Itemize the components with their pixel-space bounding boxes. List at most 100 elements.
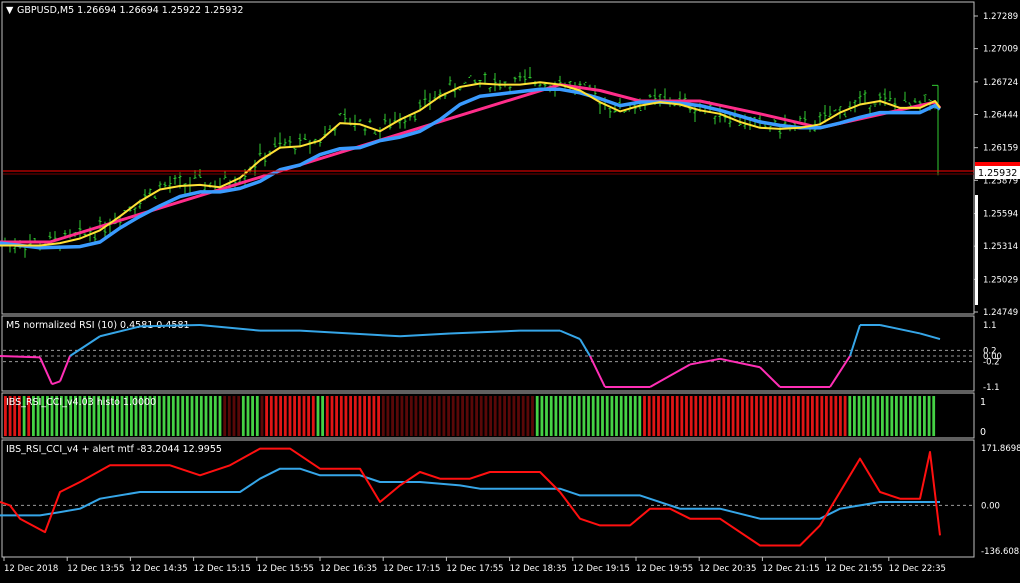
histo-bar [750,396,754,436]
histo-bar [736,396,740,436]
histo-bar [661,396,665,436]
rsi-segment [829,355,851,388]
histo-bar [316,396,320,436]
time-label: 12 Dec 15:55 [257,564,314,574]
histo-bar [321,396,324,436]
main-title: GBPUSD,M5 1.26694 1.26694 1.25922 1.2593… [17,5,243,16]
histo-bar [260,396,264,436]
histo-bar [498,396,502,436]
histo-bar [302,396,306,436]
histo-bar [465,396,469,436]
histo-bar [269,396,273,436]
rsi-segment [759,366,781,388]
histo-bar [839,396,842,436]
price-label: 1.27009 [983,45,1018,55]
histo-bar [610,396,614,436]
histo-bar [279,396,282,436]
histo-bar [255,396,259,436]
cci-panel-frame [1,439,975,558]
histo-bar [428,396,432,436]
time-label: 12 Dec 19:15 [573,564,630,574]
histo-bar [652,396,656,436]
histo-bar [479,396,483,436]
histo-bar [162,396,166,436]
histo-bar [848,396,852,436]
histo-bar [358,396,362,436]
rsi-axis-label: -1.1 [983,383,1000,393]
histo-label-0: 0 [980,427,986,438]
histo-bar [190,396,194,436]
histo-bar [647,396,651,436]
histo-bar [769,396,772,436]
chart-menu-triangle-icon[interactable]: ▼ [6,5,14,16]
histo-bar [867,396,870,436]
histo-bar [638,396,642,436]
histo-bar [195,396,199,436]
histo-bar [923,396,926,436]
histo-bar [437,396,441,436]
current-price-label: 1.25932 [978,168,1017,179]
price-label: 1.25029 [983,275,1018,285]
histo-bar [787,396,791,436]
histo-bar [199,396,203,436]
histo-bar [605,396,609,436]
histo-bar [773,396,777,436]
histo-bar [741,396,744,436]
histo-bar [615,396,618,436]
histo-bar [913,396,917,436]
histo-bar [689,396,693,436]
time-label: 12 Dec 16:35 [320,564,377,574]
histo-bar [591,396,595,436]
histo-bar [297,396,301,436]
cci-axis-label: 171.8698 [981,444,1020,454]
histo-bar [885,396,889,436]
histo-bar [349,396,352,436]
histo-bar [447,396,450,436]
histo-bar [755,396,758,436]
histo-bar [573,396,576,436]
histo-bar [811,396,814,436]
rsi-axis-label: 1.1 [983,321,997,331]
histo-bar [181,396,185,436]
histo-bar [218,396,222,436]
histo-bar [344,396,348,436]
histo-bar [409,396,413,436]
histo-bar [745,396,749,436]
histo-bar [535,396,539,436]
histo-bar [237,396,241,436]
histo-bar [209,396,213,436]
histo-bar [171,396,175,436]
time-label: 12 Dec 17:15 [383,564,440,574]
histo-bar [400,396,404,436]
price-label: 1.26159 [983,144,1018,154]
histo-bar [293,396,296,436]
histo-bar [727,396,730,436]
histo-bar [909,396,912,436]
histo-bar [512,396,516,436]
histo-bar [857,396,861,436]
histo-bar [157,396,161,436]
cci-lines-layer [0,447,941,547]
histo-bar [433,396,436,436]
histo-bar [176,396,180,436]
time-label: 12 Dec 14:35 [130,564,187,574]
rsi-segment [0,355,41,359]
histo-bar [759,396,763,436]
rsi-segment [299,329,401,338]
histo-bar [288,396,292,436]
rsi-segment [579,338,591,357]
histo-bar [731,396,735,436]
histo-bar [339,396,343,436]
histo-bar [806,396,810,436]
histo-bar [531,396,534,436]
red-price-tag [975,162,1020,166]
histo-bar [853,396,856,436]
histo-bar [451,396,455,436]
price-label: 1.27289 [983,12,1018,22]
rsi-segment [559,329,581,341]
chart-canvas[interactable]: ▼ GBPUSD,M5 1.26694 1.26694 1.25922 1.25… [0,0,1020,579]
rsi-segment [199,324,261,332]
rsi-axis-label: -0.2 [983,358,1000,368]
scroll-marker [975,195,978,305]
histo-bar [526,396,530,436]
